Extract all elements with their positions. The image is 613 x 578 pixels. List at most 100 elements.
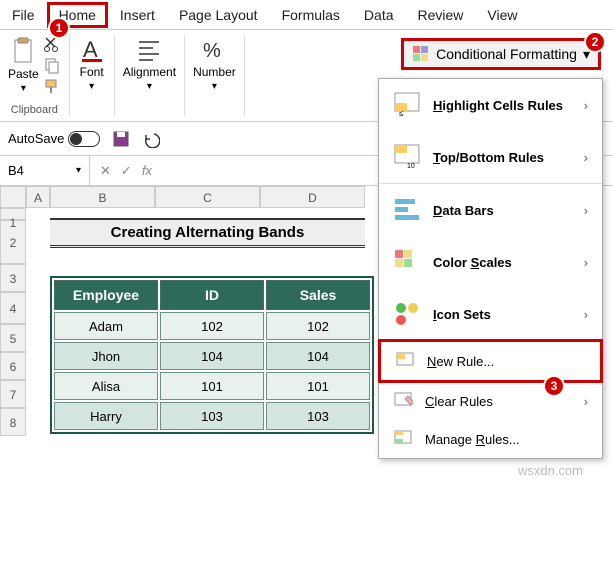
cancel-icon[interactable]: ✕ — [100, 163, 111, 179]
cell[interactable]: Harry — [54, 402, 158, 430]
autosave-toggle[interactable]: AutoSave — [8, 131, 100, 147]
name-box[interactable]: B4 ▾ — [0, 156, 90, 185]
data-bars-icon — [393, 196, 421, 224]
alignment-button[interactable]: Alignment ▾ — [123, 35, 176, 92]
chevron-right-icon: › — [584, 150, 588, 165]
callout-badge-3: 3 — [543, 375, 565, 397]
row-header-7[interactable]: 7 — [0, 380, 26, 408]
callout-badge-1: 1 — [48, 17, 70, 39]
menu-data[interactable]: Data — [352, 2, 406, 28]
col-header-d[interactable]: D — [260, 186, 365, 208]
menu-formulas[interactable]: Formulas — [270, 2, 352, 28]
clear-rules-icon — [393, 391, 413, 411]
enter-icon[interactable]: ✓ — [121, 163, 132, 179]
dd-icon-sets[interactable]: Icon Sets › — [379, 288, 602, 340]
manage-rules-icon — [393, 429, 413, 449]
name-box-value: B4 — [8, 163, 24, 178]
alignment-icon — [135, 35, 163, 63]
cell[interactable]: 102 — [266, 312, 370, 340]
cell[interactable]: 103 — [160, 402, 264, 430]
row-header-6[interactable]: 6 — [0, 352, 26, 380]
alignment-label: Alignment — [123, 65, 176, 79]
watermark: wsxdn.com — [518, 463, 583, 478]
number-label: Number — [193, 65, 236, 79]
menu-review[interactable]: Review — [406, 2, 476, 28]
cell[interactable]: 101 — [266, 372, 370, 400]
copy-icon[interactable] — [43, 56, 61, 74]
dd-color-scales[interactable]: Color Scales › — [379, 236, 602, 288]
col-header-b[interactable]: B — [50, 186, 155, 208]
chevron-down-icon: ▾ — [212, 81, 217, 92]
row-headers: 1 2 3 4 5 6 7 8 — [0, 208, 26, 436]
top-bottom-icon: 10 — [393, 143, 421, 171]
table-header-row: Employee ID Sales — [54, 280, 370, 310]
percent-icon: % — [200, 35, 228, 63]
chevron-down-icon: ▾ — [89, 81, 94, 92]
table-row: Alisa101101 — [54, 372, 370, 400]
dd-manage-rules[interactable]: Manage Rules... — [379, 420, 602, 458]
row-header-8[interactable]: 8 — [0, 408, 26, 436]
dd-top-bottom-rules[interactable]: 10 Top/Bottom Rules › — [379, 131, 602, 183]
dd-label: Data Bars — [433, 203, 572, 218]
menu-insert[interactable]: Insert — [108, 2, 167, 28]
chevron-right-icon: › — [584, 203, 588, 218]
menu-view[interactable]: View — [475, 2, 529, 28]
row-header-1[interactable]: 1 — [0, 208, 26, 220]
save-icon[interactable] — [112, 130, 130, 148]
cell[interactable]: 104 — [266, 342, 370, 370]
header-employee[interactable]: Employee — [54, 280, 158, 310]
cell[interactable]: Adam — [54, 312, 158, 340]
cell[interactable]: 101 — [160, 372, 264, 400]
font-label: Font — [80, 65, 104, 79]
conditional-formatting-button[interactable]: Conditional Formatting ▾ — [401, 38, 601, 70]
cell[interactable]: Jhon — [54, 342, 158, 370]
header-id[interactable]: ID — [160, 280, 264, 310]
col-header-a[interactable]: A — [26, 186, 50, 208]
ribbon-group-number: % Number ▾ — [185, 35, 245, 116]
number-button[interactable]: % Number ▾ — [193, 35, 236, 92]
table-row: Adam102102 — [54, 312, 370, 340]
cell[interactable]: 104 — [160, 342, 264, 370]
paste-button[interactable]: Paste ▾ — [8, 37, 39, 94]
dd-clear-rules[interactable]: Clear Rules › — [379, 382, 602, 420]
col-header-c[interactable]: C — [155, 186, 260, 208]
svg-text:≤: ≤ — [399, 109, 404, 118]
format-painter-icon[interactable] — [43, 77, 61, 95]
icon-sets-icon — [393, 300, 421, 328]
chevron-right-icon: › — [584, 394, 588, 409]
data-table: Employee ID Sales Adam102102 Jhon104104 … — [50, 276, 374, 434]
font-button[interactable]: A Font ▾ — [78, 35, 106, 92]
clipboard-group-label: Clipboard — [11, 102, 58, 116]
callout-badge-2: 2 — [584, 31, 606, 53]
chevron-down-icon: ▾ — [147, 81, 152, 92]
cell[interactable]: 102 — [160, 312, 264, 340]
clipboard-icon — [9, 37, 37, 65]
conditional-formatting-dropdown: ≤ Highlight Cells Rules › 10 Top/Bottom … — [378, 78, 603, 459]
dd-label: Color Scales — [433, 255, 572, 270]
dd-data-bars[interactable]: Data Bars › — [379, 183, 602, 236]
chevron-right-icon: › — [584, 307, 588, 322]
menu-bar: File Home Insert Page Layout Formulas Da… — [0, 0, 613, 30]
row-header-3[interactable]: 3 — [0, 264, 26, 292]
dd-label: Manage Rules... — [425, 432, 588, 447]
dd-label: Icon Sets — [433, 307, 572, 322]
cell[interactable]: 103 — [266, 402, 370, 430]
select-all-corner[interactable] — [0, 186, 26, 208]
menu-file[interactable]: File — [0, 2, 47, 28]
row-header-5[interactable]: 5 — [0, 324, 26, 352]
svg-text:A: A — [83, 37, 98, 62]
color-scales-icon — [393, 248, 421, 276]
fx-icon[interactable]: fx — [142, 163, 152, 178]
undo-icon[interactable] — [142, 130, 160, 148]
row-header-4[interactable]: 4 — [0, 292, 26, 324]
cell[interactable]: Alisa — [54, 372, 158, 400]
menu-page-layout[interactable]: Page Layout — [167, 2, 270, 28]
cond-fmt-label: Conditional Formatting — [436, 46, 577, 62]
dd-new-rule[interactable]: New Rule... — [378, 339, 603, 383]
dd-highlight-cells-rules[interactable]: ≤ Highlight Cells Rules › — [379, 79, 602, 131]
row-header-2[interactable]: 2 — [0, 220, 26, 264]
ribbon-group-clipboard: Paste ▾ Clipboard — [0, 35, 70, 116]
chevron-down-icon: ▾ — [21, 83, 26, 94]
ribbon-group-font: A Font ▾ — [70, 35, 115, 116]
header-sales[interactable]: Sales — [266, 280, 370, 310]
